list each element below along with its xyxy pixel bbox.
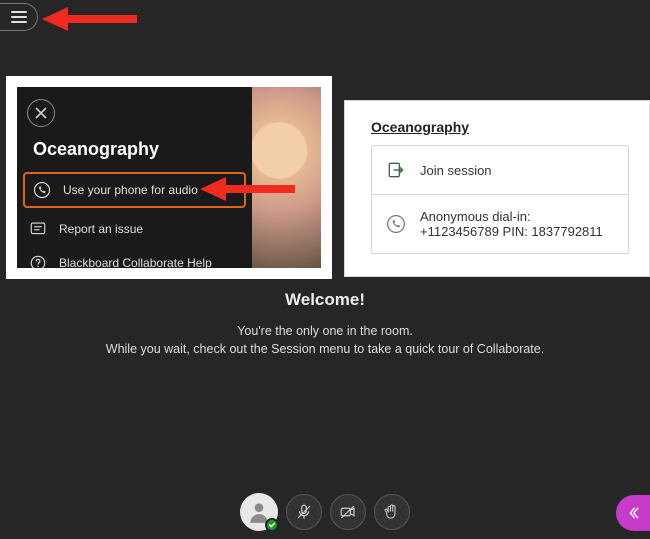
session-info-panel: Oceanography Join session Anonymous dial… [344, 100, 650, 277]
session-menu-panel: Oceanography Use your phone for audio Re… [6, 76, 332, 279]
join-session-label: Join session [420, 163, 492, 178]
media-toolbar [0, 493, 650, 531]
report-icon [29, 220, 47, 238]
chevron-left-icon [625, 505, 641, 521]
session-menu-title: Oceanography [17, 129, 252, 172]
welcome-block: Welcome! You're the only one in the room… [0, 290, 650, 360]
raise-hand-icon [383, 503, 401, 521]
status-online-icon [265, 518, 279, 532]
phone-icon [33, 181, 51, 199]
hamburger-icon [11, 11, 27, 23]
session-menu-button[interactable] [0, 3, 38, 31]
dialin-label: Anonymous dial-in: [420, 209, 531, 224]
close-icon [35, 107, 47, 119]
share-audio-button[interactable] [286, 494, 322, 530]
mic-off-icon [295, 503, 313, 521]
welcome-heading: Welcome! [0, 290, 650, 310]
dialin-value: +1123456789 PIN: 1837792811 [420, 224, 603, 239]
raise-hand-button[interactable] [374, 494, 410, 530]
menu-item-report-issue[interactable]: Report an issue [17, 212, 252, 246]
welcome-line2: While you wait, check out the Session me… [0, 342, 650, 356]
share-video-button[interactable] [330, 494, 366, 530]
menu-item-help[interactable]: Blackboard Collaborate Help [17, 246, 252, 268]
menu-item-phone-audio[interactable]: Use your phone for audio [23, 172, 246, 208]
phone-icon [386, 214, 406, 234]
video-off-icon [339, 503, 357, 521]
dialin-row: Anonymous dial-in: +1123456789 PIN: 1837… [372, 194, 628, 253]
close-menu-button[interactable] [27, 99, 55, 127]
annotation-arrow [42, 4, 142, 34]
my-status-button[interactable] [240, 493, 278, 531]
session-info-title: Oceanography [371, 119, 629, 135]
open-collaborate-panel-button[interactable] [616, 495, 650, 531]
welcome-line1: You're the only one in the room. [0, 324, 650, 338]
menu-item-label: Report an issue [59, 222, 143, 236]
session-info-card: Join session Anonymous dial-in: +1123456… [371, 145, 629, 254]
participant-video-crop [251, 87, 321, 268]
menu-item-label: Blackboard Collaborate Help [59, 256, 212, 268]
menu-item-label: Use your phone for audio [63, 183, 198, 197]
join-icon [386, 160, 406, 180]
join-session-row[interactable]: Join session [372, 146, 628, 194]
help-icon [29, 254, 47, 268]
